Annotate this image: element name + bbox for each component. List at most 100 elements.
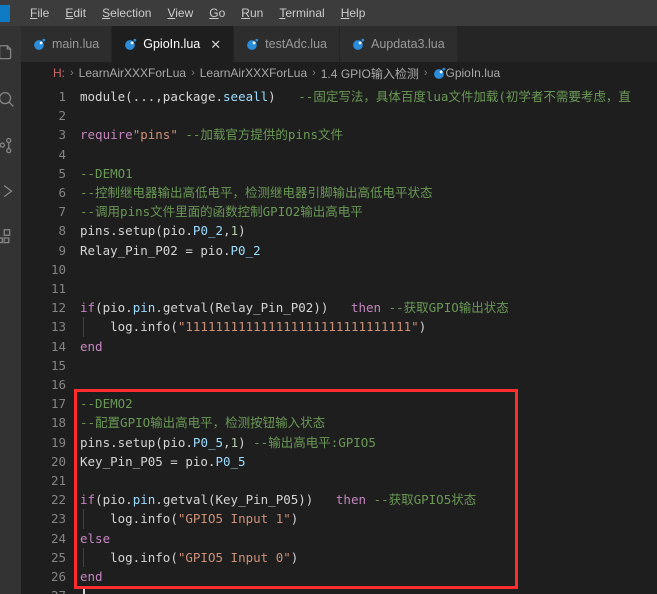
- lua-icon: [353, 38, 365, 50]
- code-line[interactable]: 26 end: [21, 567, 657, 586]
- code-line[interactable]: 18 --配置GPIO输出高电平，检测按钮输入状态: [21, 413, 657, 432]
- menu-item-edit[interactable]: Edit: [57, 3, 94, 23]
- breadcrumb-separator-icon: ›: [70, 67, 74, 79]
- editor-tab-bar: main.lua GpioIn.lua ✕ testAdc.lua Aupdata3.l…: [21, 26, 657, 62]
- menu-item-help[interactable]: Help: [333, 3, 374, 23]
- code-line[interactable]: 19 pins.setup(pio.P0_5,1) --输出高电平:GPIO5: [21, 433, 657, 452]
- line-number: 23: [50, 511, 66, 527]
- breadcrumb[interactable]: H: › LearnAirXXXForLua › LearnAirXXXForLua › 1…: [21, 62, 657, 84]
- line-text: module(...,package.seeall) --固定写法，具体百度lu…: [80, 89, 631, 104]
- tab-testadc-lua[interactable]: testAdc.lua: [234, 26, 340, 62]
- breadcrumb-separator-icon: ›: [312, 67, 316, 79]
- line-number: 7: [58, 204, 66, 220]
- run-debug-icon[interactable]: [1, 172, 21, 212]
- code-line[interactable]: 24 else: [21, 529, 657, 548]
- code-line[interactable]: 11: [21, 279, 657, 298]
- code-line[interactable]: 12 if(pio.pin.getval(Relay_Pin_P02)) then…: [21, 298, 657, 317]
- line-text: --配置GPIO输出高电平，检测按钮输入状态: [80, 415, 326, 431]
- code-line[interactable]: 4: [21, 145, 657, 164]
- code-lines[interactable]: 1 module(...,package.seeall) --固定写法，具体百度l…: [21, 84, 657, 594]
- code-line[interactable]: 7 --调用pins文件里面的函数控制GPIO2输出高电平: [21, 202, 657, 221]
- code-line[interactable]: 16: [21, 375, 657, 394]
- line-text: if(pio.pin.getval(Relay_Pin_P02)) then -…: [80, 300, 509, 316]
- line-number: 17: [50, 396, 66, 412]
- line-text: --控制继电器输出高低电平，检测继电器引脚输出高低电平状态: [80, 185, 433, 200]
- menu-item-run[interactable]: Run: [233, 3, 271, 23]
- tab-label: testAdc.lua: [265, 37, 327, 51]
- code-line[interactable]: 3 require"pins" --加载官方提供的pins文件: [21, 125, 657, 144]
- code-line[interactable]: 9 Relay_Pin_P02 = pio.P0_2: [21, 241, 657, 260]
- line-text: end: [80, 569, 103, 584]
- code-line[interactable]: 6 --控制继电器输出高低电平，检测继电器引脚输出高低电平状态: [21, 183, 657, 202]
- breadcrumb-item-2[interactable]: LearnAirXXXForLua: [200, 66, 307, 80]
- line-text: log.info("111111111111111111111111111111…: [80, 319, 427, 335]
- code-line[interactable]: 25 log.info("GPIO5 Input 0"): [21, 548, 657, 567]
- menu-item-go[interactable]: Go: [201, 3, 233, 23]
- code-line[interactable]: 22 if(pio.pin.getval(Key_Pin_P05)) then -…: [21, 490, 657, 509]
- lua-icon: [125, 38, 137, 50]
- breadcrumb-separator-icon: ›: [423, 67, 428, 79]
- line-text: pins.setup(pio.P0_5,1) --输出高电平:GPIO5: [80, 434, 376, 450]
- line-number: 27: [21, 586, 66, 594]
- tab-main-lua[interactable]: main.lua: [21, 26, 113, 62]
- line-number: 24: [50, 530, 66, 546]
- code-editor[interactable]: 1 module(...,package.seeall) --固定写法，具体百度l…: [21, 84, 657, 594]
- menu-item-selection[interactable]: Selection: [94, 3, 159, 23]
- line-number: 3: [58, 127, 66, 143]
- code-line[interactable]: 20 Key_Pin_P05 = pio.P0_5: [21, 452, 657, 471]
- line-number: 16: [50, 377, 66, 392]
- source-control-icon[interactable]: [0, 126, 21, 166]
- search-icon[interactable]: [0, 80, 21, 120]
- line-number: 15: [50, 357, 66, 373]
- line-text: log.info("GPIO5 Input 1"): [80, 511, 299, 527]
- menu-item-terminal[interactable]: Terminal: [271, 3, 332, 23]
- breadcrumb-item-1[interactable]: LearnAirXXXForLua: [79, 66, 186, 80]
- menu-item-file[interactable]: File: [22, 3, 57, 23]
- code-line[interactable]: 23 log.info("GPIO5 Input 1"): [21, 509, 657, 528]
- indent-guide: [83, 317, 84, 337]
- tab-label: main.lua: [52, 37, 100, 51]
- lua-icon: [34, 38, 46, 50]
- line-number: 13: [50, 319, 66, 335]
- line-number: 26: [50, 569, 66, 584]
- tab-close-icon[interactable]: ✕: [210, 38, 221, 51]
- extensions-icon[interactable]: [0, 218, 21, 258]
- line-text: --DEMO2: [80, 396, 133, 412]
- code-line[interactable]: 2: [21, 106, 657, 125]
- line-number: 14: [50, 338, 66, 354]
- code-line[interactable]: 13 log.info("111111111111111111111111111…: [21, 317, 657, 336]
- menu-bar: File Edit Selection View Go Run Terminal Help: [0, 0, 657, 26]
- tab-aupdata3-lua[interactable]: Aupdata3.lua: [339, 26, 458, 62]
- code-line[interactable]: 10: [21, 260, 657, 279]
- line-number: 22: [50, 492, 66, 508]
- tabs: main.lua GpioIn.lua ✕ testAdc.lua Aupdata3.l…: [21, 26, 458, 62]
- line-number: 8: [58, 223, 66, 239]
- line-text: Key_Pin_P05 = pio.P0_5: [80, 453, 246, 469]
- line-text: pins.setup(pio.P0_2,1): [80, 223, 246, 239]
- code-line[interactable]: 21: [21, 471, 657, 490]
- code-line[interactable]: 17 --DEMO2: [21, 394, 657, 413]
- line-number: 10: [50, 261, 66, 277]
- breadcrumb-item-0[interactable]: H:: [53, 66, 65, 80]
- line-number: 9: [58, 242, 66, 258]
- line-text: --DEMO1: [80, 165, 133, 181]
- code-line[interactable]: 8 pins.setup(pio.P0_2,1): [21, 221, 657, 240]
- code-line[interactable]: 27: [21, 586, 657, 594]
- menu-item-view[interactable]: View: [159, 3, 201, 23]
- code-line[interactable]: 5 --DEMO1: [21, 164, 657, 183]
- breadcrumb-item-3[interactable]: 1.4 GPIO输入检测: [321, 65, 419, 82]
- code-line[interactable]: 1 module(...,package.seeall) --固定写法，具体百度l…: [21, 87, 657, 106]
- line-number: 19: [50, 434, 66, 450]
- line-text: --调用pins文件里面的函数控制GPIO2输出高电平: [80, 204, 363, 220]
- breadcrumb-items: H: › LearnAirXXXForLua › LearnAirXXXForLua › 1…: [53, 65, 500, 82]
- code-line[interactable]: 14 end: [21, 337, 657, 356]
- line-text: end: [80, 338, 103, 354]
- lua-icon: [433, 67, 445, 79]
- breadcrumb-item-4[interactable]: GpioIn.lua: [446, 66, 501, 80]
- explorer-icon[interactable]: [0, 34, 21, 74]
- code-line[interactable]: 15: [21, 356, 657, 375]
- line-number: 12: [50, 300, 66, 316]
- tab-gpioin-lua[interactable]: GpioIn.lua ✕: [112, 26, 235, 62]
- line-number: 20: [50, 453, 66, 469]
- indent-guide: [83, 509, 84, 529]
